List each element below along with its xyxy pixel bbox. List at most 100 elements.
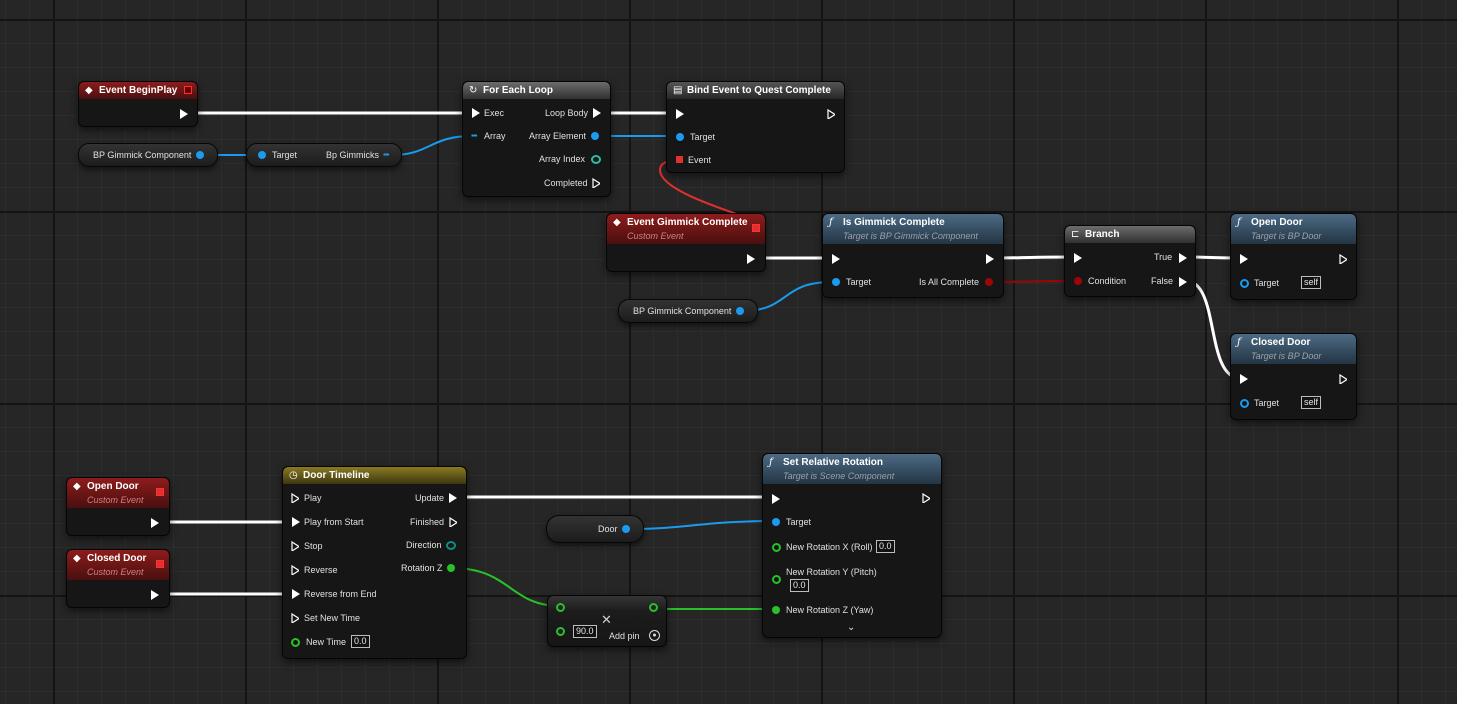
open-door-call-node[interactable]: ƒ Open Door Target is BP Door Target sel… — [1230, 213, 1357, 300]
finished-exec-pin[interactable] — [449, 517, 457, 527]
pin-label: Target — [1254, 278, 1280, 288]
add-pin-icon[interactable]: ● — [649, 630, 660, 641]
float-in-pin-a[interactable] — [556, 603, 565, 612]
exec-out-pin[interactable] — [827, 109, 835, 119]
delegate-pin[interactable] — [184, 86, 192, 94]
false-exec-pin[interactable] — [1179, 277, 1187, 287]
open-door-event-node[interactable]: ◆ Open Door Custom Event — [66, 477, 170, 536]
target-in-pin[interactable] — [258, 151, 266, 159]
bp-gimmick-component-variable[interactable]: BP Gimmick Component — [78, 143, 218, 167]
self-value[interactable]: self — [1301, 396, 1322, 409]
rotation-y-pin[interactable] — [772, 575, 781, 584]
pin-label: True — [1154, 252, 1173, 262]
exec-out-pin[interactable] — [1339, 254, 1347, 264]
exec-in-pin[interactable] — [772, 494, 780, 504]
exec-in-pin[interactable] — [472, 108, 480, 118]
add-pin-label[interactable]: Add pin — [609, 631, 640, 642]
node-header[interactable]: ◷ Door Timeline — [283, 467, 466, 484]
exec-out-pin[interactable] — [151, 518, 159, 528]
node-header[interactable]: ƒ Closed Door Target is BP Door — [1231, 334, 1356, 364]
float-out-pin[interactable] — [649, 603, 658, 612]
array-element-pin[interactable] — [591, 132, 599, 140]
delegate-pin[interactable] — [156, 488, 164, 496]
new-time-input[interactable]: 0.0 — [351, 635, 370, 648]
object-out-pin[interactable] — [622, 525, 630, 533]
node-header[interactable]: ◆ Closed Door Custom Event — [67, 550, 169, 580]
true-exec-pin[interactable] — [1179, 253, 1187, 263]
branch-node[interactable]: ⊏ Branch Condition True False — [1064, 225, 1196, 297]
new-time-pin[interactable] — [291, 638, 300, 647]
target-in-pin[interactable] — [832, 278, 840, 286]
bp-gimmick-component-variable[interactable]: BP Gimmick Component — [618, 299, 758, 323]
target-in-pin[interactable] — [1240, 399, 1249, 408]
self-value[interactable]: self — [1301, 276, 1322, 289]
exec-out-pin[interactable] — [747, 254, 755, 264]
target-in-pin[interactable] — [1240, 279, 1249, 288]
node-header[interactable]: ƒ Open Door Target is BP Door — [1231, 214, 1356, 244]
rotation-x-input[interactable]: 0.0 — [876, 540, 895, 553]
target-in-pin[interactable] — [676, 133, 684, 141]
rotation-z-pin[interactable] — [772, 606, 780, 614]
direction-pin[interactable] — [446, 541, 456, 550]
set-new-time-exec-pin[interactable] — [291, 613, 299, 623]
play-from-start-exec-pin[interactable] — [292, 517, 300, 527]
closed-door-event-node[interactable]: ◆ Closed Door Custom Event — [66, 549, 170, 608]
condition-in-pin[interactable] — [1074, 277, 1082, 285]
node-header[interactable]: ⊏ Branch — [1065, 226, 1195, 243]
exec-in-pin[interactable] — [1240, 254, 1248, 264]
rotation-y-input[interactable]: 0.0 — [790, 579, 809, 592]
node-header[interactable]: ▤ Bind Event to Quest Complete — [667, 82, 844, 99]
array-out-pin[interactable]: ▪▪▪ — [383, 151, 393, 159]
float-in-pin-b[interactable] — [556, 627, 565, 636]
node-header[interactable]: ◆ Event Gimmick Complete Custom Event — [607, 214, 765, 244]
multiply-node[interactable]: 90.0 ✕ Add pin ● — [547, 595, 667, 647]
event-beginplay-node[interactable]: ◆ Event BeginPlay — [78, 81, 198, 127]
completed-exec-pin[interactable] — [592, 178, 600, 188]
exec-in-pin[interactable] — [1240, 374, 1248, 384]
exec-in-pin[interactable] — [832, 254, 840, 264]
exec-out-pin[interactable] — [151, 590, 159, 600]
rotation-x-pin[interactable] — [772, 543, 781, 552]
delegate-pin[interactable] — [156, 560, 164, 568]
node-header[interactable]: ◆ Open Door Custom Event — [67, 478, 169, 508]
stop-exec-pin[interactable] — [291, 541, 299, 551]
node-header[interactable]: ƒ Is Gimmick Complete Target is BP Gimmi… — [823, 214, 1003, 244]
pin-label: Array — [484, 131, 506, 141]
for-each-loop-node[interactable]: ↻ For Each Loop Exec ▪▪▪ Array Loop Body… — [462, 81, 611, 197]
array-index-pin[interactable] — [591, 155, 601, 164]
door-variable[interactable]: Door — [546, 515, 644, 543]
set-relative-rotation-node[interactable]: ƒ Set Relative Rotation Target is Scene … — [762, 453, 942, 638]
bind-event-node[interactable]: ▤ Bind Event to Quest Complete Target Ev… — [666, 81, 845, 173]
pin-label: Stop — [304, 541, 323, 551]
event-gimmick-complete-node[interactable]: ◆ Event Gimmick Complete Custom Event — [606, 213, 766, 272]
reverse-from-end-exec-pin[interactable] — [292, 589, 300, 599]
target-in-pin[interactable] — [772, 518, 780, 526]
exec-in-pin[interactable] — [1074, 253, 1082, 263]
node-header[interactable]: ◆ Event BeginPlay — [79, 82, 197, 99]
event-delegate-pin[interactable] — [676, 156, 683, 163]
delegate-pin[interactable] — [752, 224, 760, 232]
play-exec-pin[interactable] — [291, 493, 299, 503]
reverse-exec-pin[interactable] — [291, 565, 299, 575]
get-bp-gimmicks-node[interactable]: Target Bp Gimmicks ▪▪▪ — [246, 143, 402, 167]
loop-body-exec-pin[interactable] — [593, 108, 601, 118]
is-gimmick-complete-node[interactable]: ƒ Is Gimmick Complete Target is BP Gimmi… — [822, 213, 1004, 298]
node-header[interactable]: ƒ Set Relative Rotation Target is Scene … — [763, 454, 941, 484]
closed-door-call-node[interactable]: ƒ Closed Door Target is BP Door Target s… — [1230, 333, 1357, 420]
exec-out-pin[interactable] — [1339, 374, 1347, 384]
pin-label: Loop Body — [545, 108, 589, 118]
bool-out-pin[interactable] — [985, 278, 993, 286]
exec-in-pin[interactable] — [676, 109, 684, 119]
array-in-pin[interactable]: ▪▪▪ — [471, 132, 481, 140]
exec-out-pin[interactable] — [180, 109, 188, 119]
chevron-down-icon[interactable]: ⌄ — [847, 622, 855, 633]
multiply-value-input[interactable]: 90.0 — [573, 625, 597, 638]
object-out-pin[interactable] — [196, 151, 204, 159]
rotation-z-pin[interactable] — [447, 564, 455, 572]
update-exec-pin[interactable] — [449, 493, 457, 503]
node-header[interactable]: ↻ For Each Loop — [463, 82, 610, 99]
door-timeline-node[interactable]: ◷ Door Timeline Play Play from Start Sto… — [282, 466, 467, 659]
object-out-pin[interactable] — [736, 307, 744, 315]
exec-out-pin[interactable] — [922, 493, 930, 503]
exec-out-pin[interactable] — [986, 254, 994, 264]
